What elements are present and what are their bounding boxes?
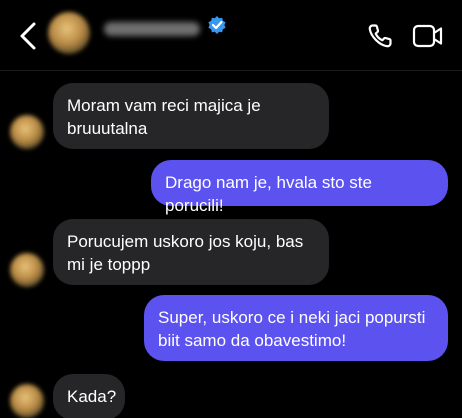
- received-message[interactable]: Kada?: [53, 374, 125, 418]
- sent-message[interactable]: Super, uskoro ce i neki jaci popursti bi…: [144, 295, 448, 361]
- received-message[interactable]: Moram vam reci majica je bruuutalna: [53, 83, 329, 149]
- contact-name[interactable]: kontakt: [104, 22, 200, 36]
- contact-avatar[interactable]: [48, 12, 90, 54]
- call-button[interactable]: [366, 22, 394, 50]
- chevron-left-icon: [20, 22, 36, 50]
- back-button[interactable]: [14, 18, 44, 54]
- received-message[interactable]: Porucujem uskoro jos koju, bas mi je top…: [53, 219, 329, 285]
- video-call-button[interactable]: [412, 22, 444, 50]
- chat-header: kontakt: [0, 0, 462, 71]
- verified-badge-icon: [208, 16, 226, 34]
- message-avatar[interactable]: [10, 253, 44, 287]
- video-camera-icon: [412, 24, 443, 48]
- message-avatar[interactable]: [10, 384, 44, 418]
- sent-message[interactable]: Drago nam je, hvala sto ste porucili!: [151, 160, 448, 215]
- phone-icon: [368, 24, 392, 48]
- message-avatar[interactable]: [10, 115, 44, 149]
